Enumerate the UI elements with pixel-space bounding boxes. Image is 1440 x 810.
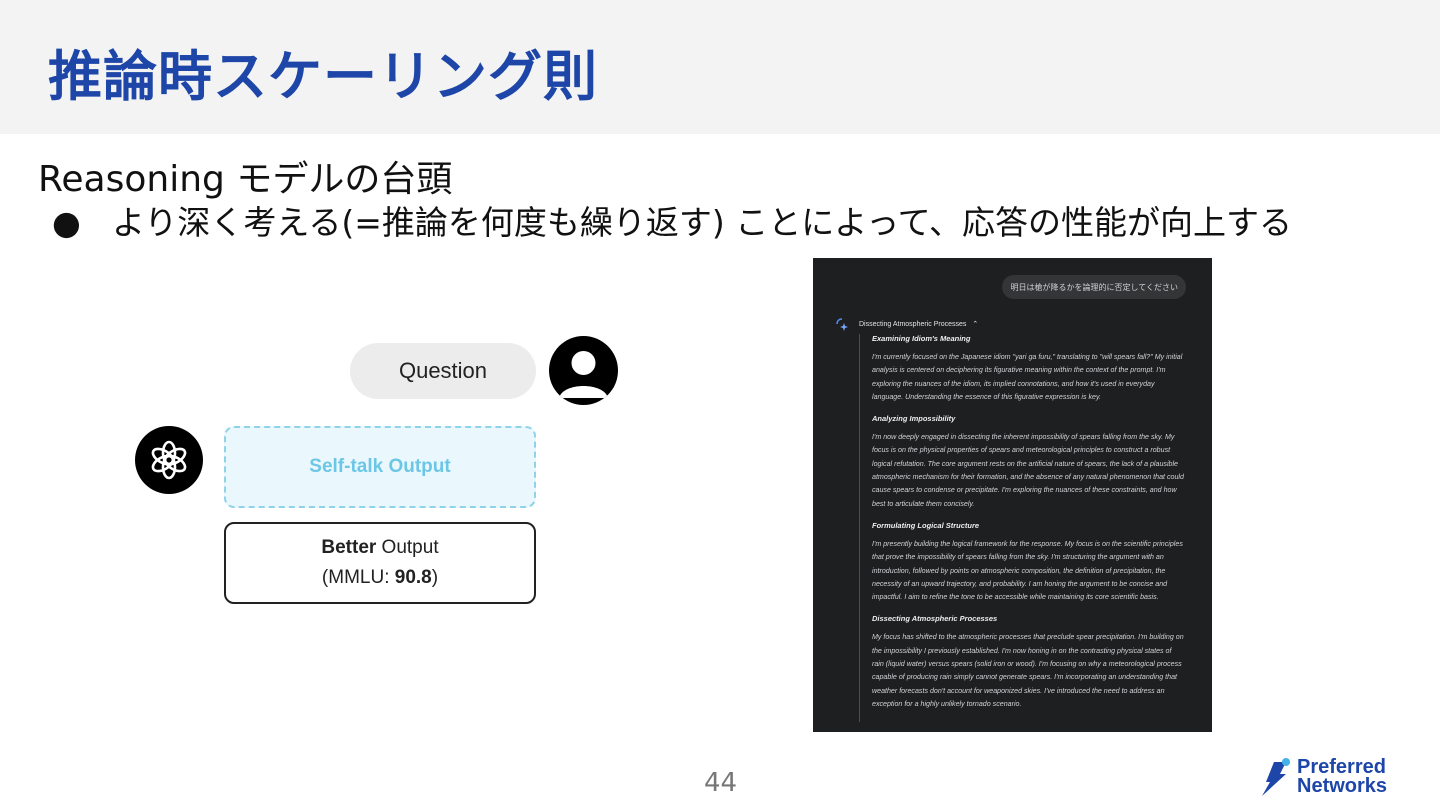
page-number: 44 <box>704 768 738 798</box>
question-bubble: Question <box>350 343 536 399</box>
thought-heading: Formulating Logical Structure <box>872 520 980 530</box>
pfn-logo-text: Preferred Networks <box>1297 757 1388 797</box>
mmlu-prefix: (MMLU: <box>321 567 395 588</box>
mmlu-line: (MMLU: 90.8) <box>322 563 438 593</box>
thought-section: Dissecting Atmospheric Processes My focu… <box>872 614 1185 711</box>
better-rest: Output <box>376 537 439 558</box>
gemini-spark-icon <box>836 318 848 331</box>
reasoning-screenshot: 明日は槍が降るかを論理的に否定してください Dissecting Atmosph… <box>813 258 1212 732</box>
better-output-line: Better Output <box>321 533 438 563</box>
subtitle: Reasoning モデルの台頭 <box>38 159 453 200</box>
thought-title: Dissecting Atmospheric Processes <box>859 321 967 328</box>
thought-text: I'm currently focused on the Japanese id… <box>872 353 1183 401</box>
better-bold: Better <box>321 537 377 558</box>
bullet-item: ● より深く考える(=推論を何度も繰り返す) ことによって、応答の性能が向上する <box>52 196 1292 244</box>
thought-text: My focus has shifted to the atmospheric … <box>872 633 1184 708</box>
thought-text: I'm now deeply engaged in dissecting the… <box>872 433 1184 508</box>
thought-body: Examining Idiom's Meaning I'm currently … <box>859 334 1185 722</box>
thought-header[interactable]: Dissecting Atmospheric Processes ⌃ <box>859 320 978 328</box>
thought-section: Examining Idiom's Meaning I'm currently … <box>872 334 1185 404</box>
thought-heading: Examining Idiom's Meaning <box>872 334 971 343</box>
pfn-line2: Networks <box>1297 775 1388 797</box>
thought-heading: Dissecting Atmospheric Processes <box>872 614 998 624</box>
bullet-dot: ● <box>52 203 81 242</box>
chevron-up-icon: ⌃ <box>972 321 979 328</box>
openai-logo-icon <box>135 426 203 494</box>
mmlu-value: 90.8 <box>394 567 432 588</box>
thought-heading: Analyzing Impossibility <box>872 414 956 424</box>
user-avatar-icon <box>549 336 618 405</box>
bullet-text: より深く考える(=推論を何度も繰り返す) ことによって、応答の性能が向上する <box>112 203 1292 242</box>
thought-section: Formulating Logical Structure I'm presen… <box>872 521 1185 604</box>
mmlu-suffix: ) <box>431 567 439 588</box>
user-query-bubble: 明日は槍が降るかを論理的に否定してください <box>1002 275 1186 299</box>
better-output-box: Better Output (MMLU: 90.8) <box>224 522 536 604</box>
thought-section: Analyzing Impossibility I'm now deeply e… <box>872 414 1185 511</box>
thought-text: I'm presently building the logical frame… <box>872 539 1183 602</box>
slide-title: 推論時スケーリング則 <box>48 45 598 108</box>
selftalk-output-box: Self-talk Output <box>224 426 536 508</box>
